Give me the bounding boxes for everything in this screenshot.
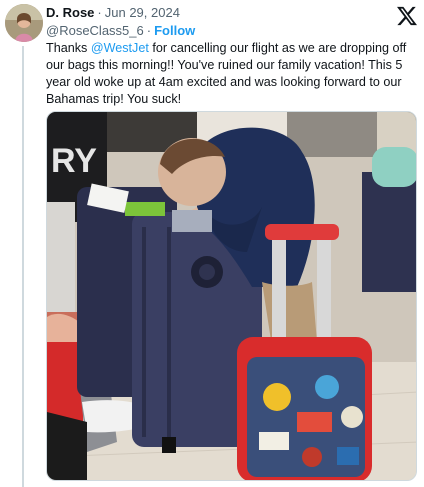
avatar[interactable]	[5, 4, 43, 42]
tweet-card: D. Rose · Jun 29, 2024 @RoseClass5_6 · Follo…	[0, 0, 424, 487]
mention-link[interactable]: @WestJet	[91, 41, 149, 55]
thread-line	[22, 46, 24, 487]
display-name[interactable]: D. Rose	[46, 5, 94, 20]
tweet-date[interactable]: Jun 29, 2024	[105, 5, 180, 20]
user-handle[interactable]: @RoseClass5_6	[46, 23, 144, 38]
separator: ·	[97, 5, 102, 20]
svg-text:RY: RY	[51, 142, 97, 180]
x-logo-icon[interactable]	[396, 6, 418, 26]
tweet-text: Thanks @WestJet for cancelling our fligh…	[46, 41, 407, 106]
avatar-image	[5, 4, 43, 42]
separator: ·	[146, 23, 152, 38]
tweet-header: D. Rose · Jun 29, 2024 @RoseClass5_6 · Follo…	[46, 5, 386, 39]
photo-child-on-luggage: RY	[47, 112, 416, 480]
follow-button[interactable]: Follow	[154, 23, 195, 38]
tweet-photo[interactable]: RY	[46, 111, 417, 481]
